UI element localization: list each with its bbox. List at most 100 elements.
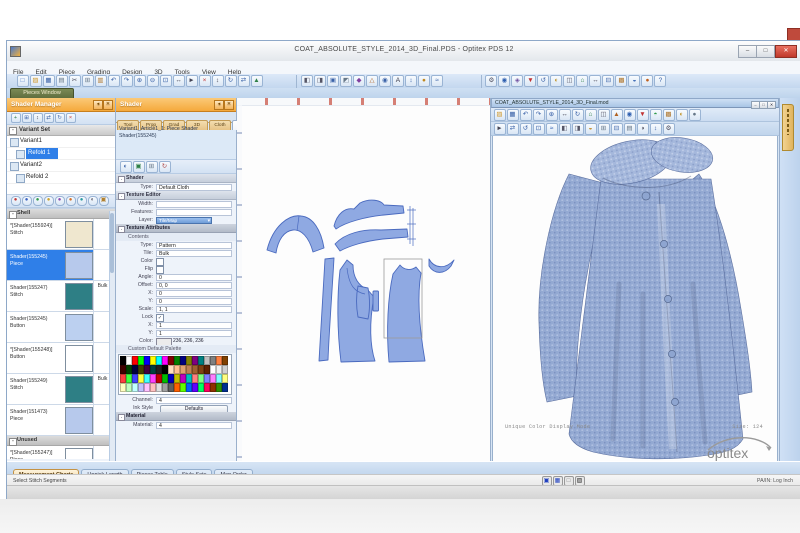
zoom-fit-icon[interactable]: ⊡ bbox=[159, 75, 172, 87]
shader-ball-orange-icon[interactable]: ● bbox=[65, 196, 76, 206]
select-3d-icon[interactable]: ► bbox=[493, 123, 506, 135]
layers-3d-icon[interactable]: ⊟ bbox=[610, 123, 623, 135]
shader-swatch[interactable] bbox=[65, 345, 93, 372]
pattern-piece-sleeve-upper[interactable] bbox=[333, 199, 405, 230]
pin-icon[interactable]: ▼ bbox=[524, 75, 537, 87]
pattern-piece-sleeve-lower[interactable] bbox=[334, 228, 409, 252]
shader-row[interactable]: Shader(155247) Stitch Bulk bbox=[7, 281, 115, 312]
property-value-field[interactable]: 1 bbox=[156, 321, 232, 329]
shader-row[interactable]: Shader(151473) Piece bbox=[7, 405, 115, 436]
buttons-3d-icon[interactable]: ◒ bbox=[584, 123, 597, 135]
property-value-field[interactable]: 1, 1 bbox=[156, 305, 232, 313]
shader-row[interactable]: Shader(155249) Stitch Bulk bbox=[7, 374, 115, 405]
property-value-field[interactable]: 0 bbox=[156, 273, 232, 281]
panel-close-button[interactable]: ✕ bbox=[224, 100, 234, 110]
orbit-icon[interactable]: ↻ bbox=[571, 109, 584, 121]
palette-color[interactable] bbox=[222, 356, 228, 365]
walk-3d-icon[interactable]: ↕ bbox=[649, 123, 662, 135]
grid-3d-icon[interactable]: ▤ bbox=[623, 123, 636, 135]
pattern-piece-pocket[interactable] bbox=[356, 285, 370, 320]
light-3d-icon[interactable]: ◐ bbox=[675, 109, 688, 121]
tree-row-label[interactable]: Variant2 bbox=[20, 160, 42, 171]
colorways-icon[interactable]: ◒ bbox=[628, 75, 641, 87]
pan-3d-icon[interactable]: ↔ bbox=[558, 109, 571, 121]
shader-row[interactable]: Shader(155245) Piece bbox=[7, 250, 115, 281]
seam-icon[interactable]: ◩ bbox=[339, 75, 352, 87]
variant-set-header[interactable]: - Variant Set bbox=[7, 125, 115, 136]
pattern-canvas[interactable] bbox=[237, 98, 491, 461]
shader-swatch[interactable] bbox=[65, 376, 93, 403]
tension-map-icon[interactable]: ◓ bbox=[649, 109, 662, 121]
palette-color[interactable] bbox=[222, 365, 228, 374]
collapse-box-icon[interactable]: - bbox=[9, 211, 17, 219]
rotate-3d-icon[interactable]: ↺ bbox=[537, 75, 550, 87]
tree-row-label[interactable]: Variant1 bbox=[20, 136, 42, 147]
pockets-3d-icon[interactable]: ⊞ bbox=[597, 123, 610, 135]
collapse-box-icon[interactable]: - bbox=[118, 413, 125, 421]
shader-swatch[interactable] bbox=[65, 407, 93, 434]
property-value-field[interactable]: 0, 0 bbox=[156, 281, 232, 289]
fold-3d-icon[interactable]: ◨ bbox=[571, 123, 584, 135]
render-icon[interactable]: ● bbox=[641, 75, 654, 87]
camera-icon[interactable]: ◫ bbox=[563, 75, 576, 87]
shader-ball-teal-icon[interactable]: ● bbox=[76, 196, 87, 206]
mirror-icon[interactable]: ⇄ bbox=[237, 75, 250, 87]
property-value-field[interactable]: Bulk bbox=[156, 249, 232, 257]
panel-collapse-button[interactable]: ◂ bbox=[93, 100, 103, 110]
close-button[interactable]: ✕ bbox=[775, 45, 797, 58]
clone-variant-icon[interactable]: ⊞ bbox=[21, 113, 32, 123]
scroll-thumb[interactable] bbox=[110, 213, 114, 273]
save-3d-icon[interactable]: ▦ bbox=[506, 109, 519, 121]
tree-row-variant2[interactable]: Variant2 bbox=[7, 160, 115, 172]
open-3d-icon[interactable]: ▨ bbox=[493, 109, 506, 121]
zoom-in-icon[interactable]: ⊕ bbox=[133, 75, 146, 87]
collapse-box-icon[interactable]: - bbox=[9, 438, 17, 446]
fabric-icon[interactable]: ◈ bbox=[511, 75, 524, 87]
pan-icon[interactable]: ↔ bbox=[172, 75, 185, 87]
tree-row-variant1[interactable]: Variant1 bbox=[7, 136, 115, 148]
tree-row-refold1-selected[interactable]: Refold 1 bbox=[7, 148, 115, 160]
pattern-piece-collar-right[interactable] bbox=[428, 258, 455, 273]
translate-icon[interactable]: ⇄ bbox=[506, 123, 519, 135]
redo-3d-icon[interactable]: ↷ bbox=[532, 109, 545, 121]
pattern-piece-collar-left[interactable] bbox=[266, 215, 325, 254]
scale-piece-icon[interactable]: ⊡ bbox=[532, 123, 545, 135]
buttons-icon[interactable]: ● bbox=[417, 75, 430, 87]
property-value-field[interactable]: 0 bbox=[156, 289, 232, 297]
dropdown-layer-[interactable]: Tile/Map bbox=[156, 216, 212, 225]
measure-3d-icon[interactable]: ↔ bbox=[589, 75, 602, 87]
shader-row[interactable]: *[Shader(155924)] Stitch bbox=[7, 219, 115, 250]
layers-icon[interactable]: ⊟ bbox=[602, 75, 615, 87]
shader-ball-yellow-icon[interactable]: ● bbox=[43, 196, 54, 206]
add-variant-icon[interactable]: + bbox=[10, 113, 21, 123]
rotate-icon[interactable]: ↻ bbox=[224, 75, 237, 87]
stitch-3d-icon[interactable]: ≈ bbox=[545, 123, 558, 135]
tree-row-label[interactable]: Refold 1 bbox=[26, 148, 59, 159]
collapse-box-icon[interactable]: - bbox=[118, 225, 125, 233]
shader-new-icon[interactable]: ▣ bbox=[98, 196, 109, 206]
shader-sphere-icon[interactable]: ◐ bbox=[87, 196, 98, 206]
copy-shader-icon[interactable]: ⊞ bbox=[145, 161, 158, 173]
zoom-out-icon[interactable]: ⊖ bbox=[146, 75, 159, 87]
shader-row[interactable]: *[Shader(155247)]Piece bbox=[7, 446, 115, 459]
palette-color[interactable] bbox=[222, 383, 228, 392]
help-tool-icon[interactable]: ? bbox=[654, 75, 667, 87]
shader-swatch[interactable] bbox=[65, 283, 93, 310]
home-view-icon[interactable]: ⌂ bbox=[584, 109, 597, 121]
print-icon[interactable]: ▤ bbox=[55, 75, 68, 87]
collapse-box-icon[interactable]: - bbox=[9, 127, 17, 135]
expand-all-icon[interactable]: ↕ bbox=[32, 113, 43, 123]
property-value-field[interactable]: 1 bbox=[156, 329, 232, 337]
collapse-box-icon[interactable]: - bbox=[118, 175, 125, 183]
title-bar[interactable]: COAT_ABSOLUTE_STYLE_2014_3D_Final.PDS - … bbox=[7, 41, 800, 62]
shader-row[interactable]: *[Shader(155248)] Button bbox=[7, 343, 115, 374]
delete-icon[interactable]: × bbox=[198, 75, 211, 87]
property-value-field[interactable] bbox=[156, 208, 232, 216]
collapsed-panel-tab[interactable] bbox=[782, 104, 794, 151]
shader-list-scrollbar[interactable] bbox=[109, 211, 115, 461]
seam-3d-icon[interactable]: ◧ bbox=[558, 123, 571, 135]
coat-button-1[interactable] bbox=[641, 191, 651, 201]
3d-close-button[interactable]: ✕ bbox=[767, 100, 776, 109]
apply-shader-icon[interactable]: ◐ bbox=[119, 161, 132, 173]
tree-row-refold2[interactable]: Refold 2 bbox=[7, 172, 115, 184]
